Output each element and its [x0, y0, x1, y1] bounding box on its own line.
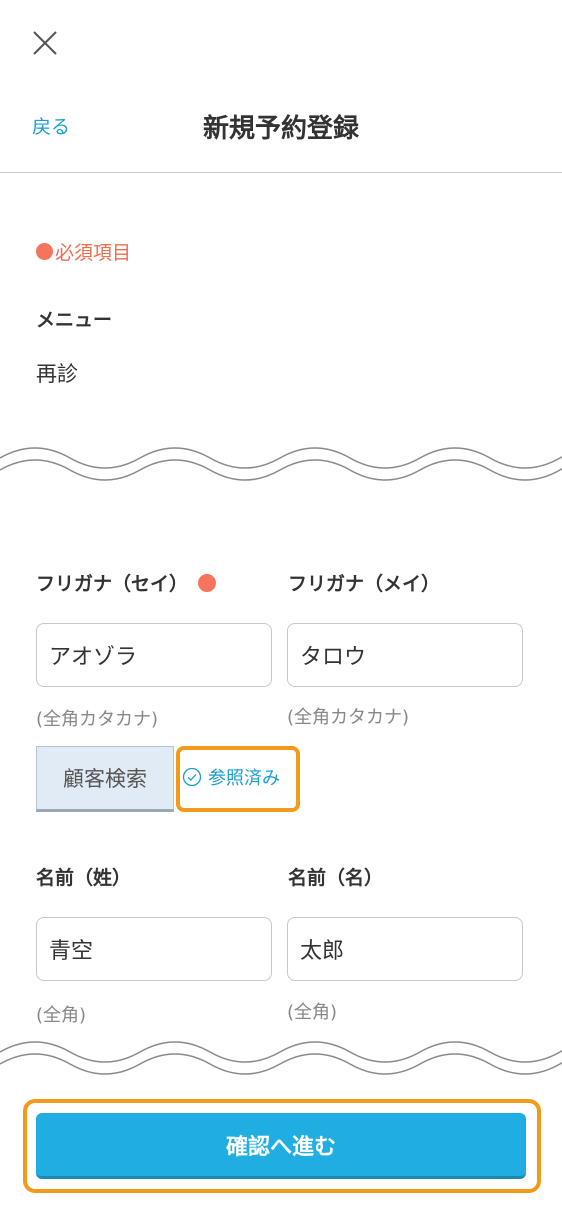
kana-sei-input[interactable]: アオゾラ	[36, 623, 272, 687]
page-title: 新規予約登録	[202, 114, 359, 144]
mei-input[interactable]: 太郎	[287, 917, 523, 981]
wave-divider	[0, 1041, 562, 1075]
menu-label: メニュー	[36, 309, 113, 331]
required-note-text: 必須項目	[55, 242, 132, 264]
kana-sei-hint: (全角カタカナ)	[36, 709, 159, 730]
check-circle-icon	[182, 767, 202, 787]
mei-hint: (全角)	[287, 1002, 338, 1023]
header-divider	[0, 172, 562, 173]
kana-mei-label: フリガナ（メイ）	[288, 573, 441, 595]
required-dot-icon	[198, 573, 217, 592]
mei-label: 名前（名）	[288, 867, 384, 889]
customer-search-button[interactable]: 顧客検索	[36, 746, 174, 812]
referenced-status: 参照済み	[182, 764, 280, 790]
kana-sei-label: フリガナ（セイ）	[36, 569, 218, 596]
kana-sei-label-text: フリガナ（セイ）	[36, 573, 189, 595]
required-dot-icon	[36, 243, 53, 260]
menu-value: 再診	[36, 362, 78, 386]
kana-mei-input[interactable]: タロウ	[287, 623, 523, 687]
confirm-button[interactable]: 確認へ進む	[36, 1113, 526, 1179]
close-icon[interactable]	[30, 28, 60, 58]
sei-hint: (全角)	[36, 1005, 87, 1026]
referenced-label: 参照済み	[208, 768, 280, 789]
wave-divider	[0, 447, 562, 481]
kana-mei-hint: (全角カタカナ)	[287, 707, 410, 728]
sei-input[interactable]: 青空	[36, 917, 272, 981]
required-note: 必須項目	[36, 238, 131, 265]
sei-label: 名前（姓）	[36, 867, 132, 889]
